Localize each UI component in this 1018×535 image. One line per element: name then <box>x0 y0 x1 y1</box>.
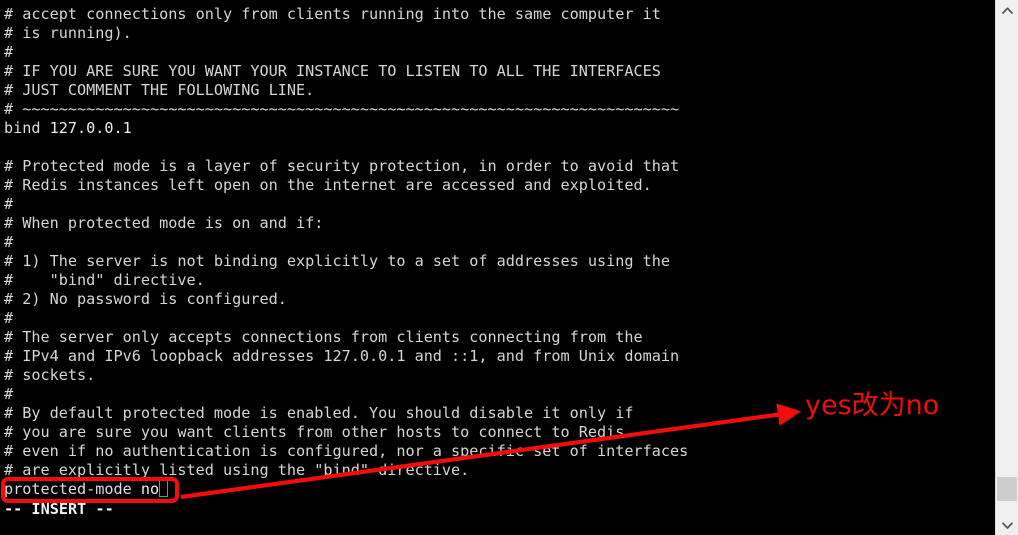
code-line: # are explicitly listed using the "bind"… <box>4 461 470 479</box>
text-cursor <box>159 480 168 497</box>
config-key: bind <box>4 119 41 137</box>
config-value: no <box>131 480 160 498</box>
code-line: # accept connections only from clients r… <box>4 5 661 23</box>
code-line: # IPv4 and IPv6 loopback addresses 127.0… <box>4 347 680 365</box>
code-line: # 1) The server is not binding explicitl… <box>4 252 671 270</box>
code-line: # <box>4 43 14 61</box>
code-line: # IF YOU ARE SURE YOU WANT YOUR INSTANCE… <box>4 62 661 80</box>
config-file-content[interactable]: # accept connections only from clients r… <box>4 5 688 499</box>
code-line: # you are sure you want clients from oth… <box>4 423 625 441</box>
config-key: protected-mode <box>4 480 132 498</box>
code-line: # 2) No password is configured. <box>4 290 287 308</box>
code-line: # <box>4 233 14 251</box>
code-line: # "bind" directive. <box>4 271 205 289</box>
terminal-window: # accept connections only from clients r… <box>0 0 1018 535</box>
scrollbar-thumb[interactable] <box>997 477 1017 501</box>
code-line: # even if no authentication is configure… <box>4 442 689 460</box>
code-line: bind 127.0.0.1 <box>4 119 688 138</box>
chevron-up-icon <box>1001 6 1013 14</box>
code-line: # Redis instances left open on the inter… <box>4 176 652 194</box>
code-line: # <box>4 309 14 327</box>
code-line: protected-mode no <box>4 480 688 499</box>
scroll-down-button[interactable] <box>996 515 1018 535</box>
code-line: # <box>4 195 14 213</box>
code-line: # Protected mode is a layer of security … <box>4 157 680 175</box>
vertical-scrollbar[interactable] <box>995 0 1018 535</box>
vim-editor-area[interactable]: # accept connections only from clients r… <box>0 0 995 535</box>
chevron-down-icon <box>1001 521 1013 529</box>
vim-status-line: -- INSERT -- <box>4 500 114 518</box>
scroll-up-button[interactable] <box>996 0 1018 20</box>
code-line: # ~~~~~~~~~~~~~~~~~~~~~~~~~~~~~~~~~~~~~~… <box>4 100 680 118</box>
code-line: # When protected mode is on and if: <box>4 214 324 232</box>
code-line: # <box>4 385 14 403</box>
code-line: # The server only accepts connections fr… <box>4 328 643 346</box>
code-line: # sockets. <box>4 366 96 384</box>
code-line: # By default protected mode is enabled. … <box>4 404 634 422</box>
code-line: # JUST COMMENT THE FOLLOWING LINE. <box>4 81 315 99</box>
config-value: 127.0.0.1 <box>40 119 132 137</box>
code-line: # is running). <box>4 24 132 42</box>
scrollbar-track[interactable] <box>996 20 1018 515</box>
